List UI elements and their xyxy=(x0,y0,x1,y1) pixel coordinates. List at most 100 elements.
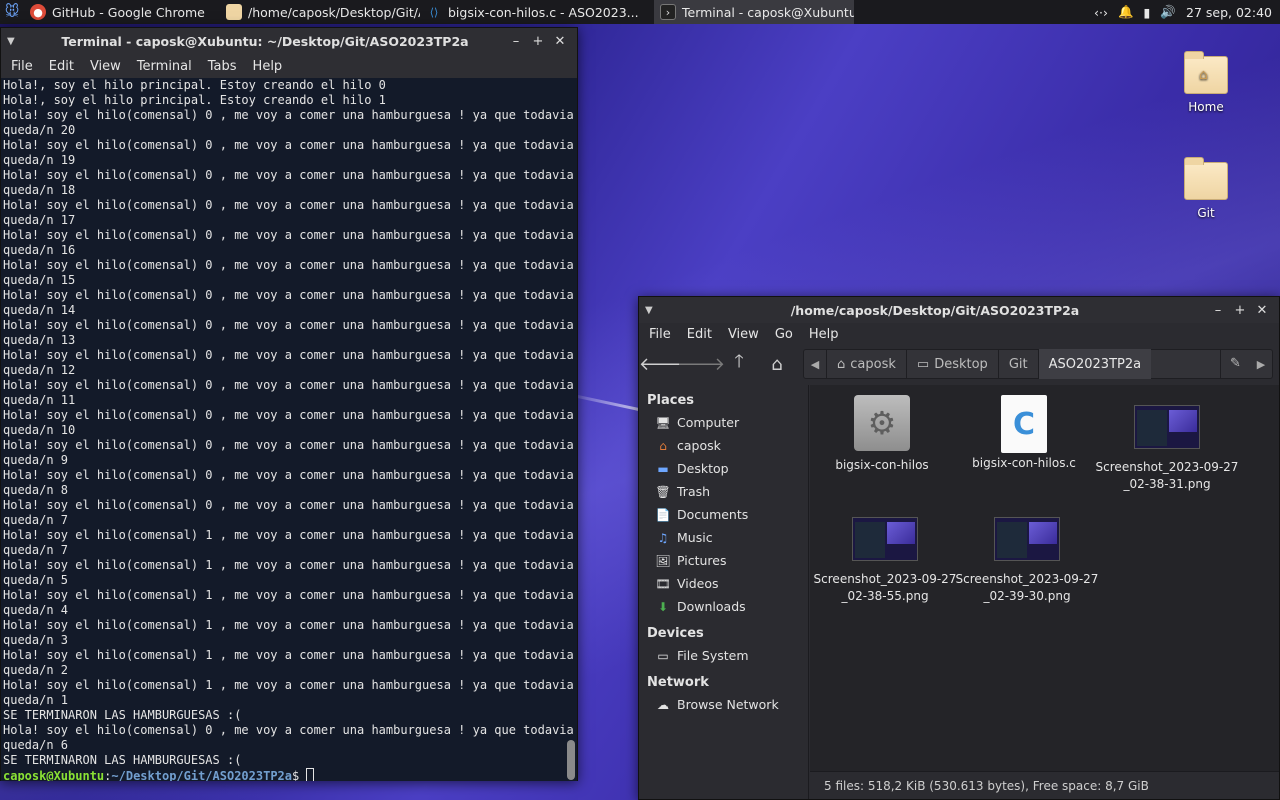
sidebar-item-label: Music xyxy=(677,530,713,545)
terminal-line: Hola! soy el hilo(comensal) 0 , me voy a… xyxy=(3,228,574,242)
menu-terminal[interactable]: Terminal xyxy=(129,59,200,74)
window-menu-icon[interactable]: ▼ xyxy=(7,36,25,47)
forward-arrow-icon[interactable]: 🡒 xyxy=(677,349,725,379)
notifications-icon[interactable]: 🔔 xyxy=(1118,4,1134,20)
scroll-right-icon[interactable]: ▶ xyxy=(1250,358,1272,371)
minimize-icon[interactable]: – xyxy=(505,34,527,49)
desktop-icon: ▬ xyxy=(657,461,669,476)
scroll-left-icon[interactable]: ◀ xyxy=(804,358,826,371)
terminal-line: queda/n 3 xyxy=(3,633,69,647)
window-title: Terminal - caposk@Xubuntu: ~/Desktop/Git… xyxy=(61,33,469,49)
taskbar-item-file-manager[interactable]: /home/caposk/Desktop/Git/A... xyxy=(220,0,420,24)
network-icon[interactable]: ‹·› xyxy=(1094,5,1108,20)
file-view[interactable]: ⚙ bigsix-con-hilos C bigsix-con-hilos.c … xyxy=(810,385,1279,771)
window-menu-icon[interactable]: ▼ xyxy=(645,305,663,316)
sidebar-item-pictures[interactable]: 🖼 Pictures xyxy=(639,549,808,572)
back-arrow-icon[interactable]: 🡐 xyxy=(639,349,687,379)
terminal-line: queda/n 10 xyxy=(3,423,76,437)
music-icon: ♫ xyxy=(657,530,669,545)
desktop-icon-home[interactable]: ⌂ Home xyxy=(1166,51,1246,114)
battery-icon[interactable]: ▮ xyxy=(1144,5,1151,20)
file-name: bigsix-con-hilos xyxy=(835,458,929,472)
home-icon[interactable]: ⌂ xyxy=(759,349,795,379)
sidebar-item-downloads[interactable]: ⬇ Downloads xyxy=(639,595,808,618)
breadcrumb-git[interactable]: Git xyxy=(997,349,1038,379)
terminal-line: Hola! soy el hilo(comensal) 0 , me voy a… xyxy=(3,288,574,302)
terminal-line: queda/n 19 xyxy=(3,153,76,167)
taskbar-item-vscode[interactable]: ⟨⟩ bigsix-con-hilos.c - ASO2023... xyxy=(420,0,654,24)
terminal-line: SE TERMINARON LAS HAMBURGUESAS :( xyxy=(3,753,242,767)
terminal-line: Hola!, soy el hilo principal. Estoy crea… xyxy=(3,93,386,107)
terminal-line: Hola! soy el hilo(comensal) 1 , me voy a… xyxy=(3,558,574,572)
terminal-titlebar[interactable]: ▼ Terminal - caposk@Xubuntu: ~/Desktop/G… xyxy=(1,28,577,54)
sidebar-item-videos[interactable]: 🎞 Videos xyxy=(639,572,808,595)
file-item[interactable]: ⚙ bigsix-con-hilos xyxy=(812,395,952,474)
terminal-prompt[interactable]: caposk@Xubuntu:~/Desktop/Git/ASO2023TP2a… xyxy=(3,768,577,781)
terminal-line: queda/n 1 xyxy=(3,693,69,707)
desktop-icon-git[interactable]: Git xyxy=(1166,157,1246,220)
breadcrumb-caposk[interactable]: ⌂ caposk xyxy=(826,349,906,379)
menu-go[interactable]: Go xyxy=(767,327,801,342)
scrollbar-thumb[interactable] xyxy=(567,740,575,780)
file-item[interactable]: Screenshot_2023-09-27_02-38-31.png xyxy=(1094,405,1240,493)
sidebar-heading-network: Network xyxy=(647,675,709,690)
menu-view[interactable]: View xyxy=(82,59,129,74)
menu-help[interactable]: Help xyxy=(801,327,847,342)
menu-help[interactable]: Help xyxy=(245,59,291,74)
status-bar: 5 files: 518,2 KiB (530.613 bytes), Free… xyxy=(810,771,1279,799)
edit-location-icon[interactable]: ✎ xyxy=(1220,349,1250,379)
terminal-output[interactable]: Hola!, soy el hilo principal. Estoy crea… xyxy=(1,78,577,781)
menu-tabs[interactable]: Tabs xyxy=(200,59,245,74)
terminal-line: queda/n 2 xyxy=(3,663,69,677)
file-manager-titlebar[interactable]: ▼ /home/caposk/Desktop/Git/ASO2023TP2a –… xyxy=(639,297,1279,323)
menu-edit[interactable]: Edit xyxy=(679,327,720,342)
maximize-icon[interactable]: + xyxy=(527,34,549,49)
close-icon[interactable]: ✕ xyxy=(549,34,571,49)
volume-icon[interactable]: 🔊 xyxy=(1160,4,1176,20)
file-item[interactable]: Screenshot_2023-09-27_02-38-55.png xyxy=(812,517,958,605)
sidebar-item-file-system[interactable]: ▭ File System xyxy=(639,644,808,667)
sidebar-item-caposk[interactable]: ⌂ caposk xyxy=(639,434,808,457)
sidebar-item-desktop[interactable]: ▬ Desktop xyxy=(639,457,808,480)
prompt-user: caposk@Xubuntu xyxy=(3,769,105,781)
menu-edit[interactable]: Edit xyxy=(41,59,82,74)
terminal-line: Hola! soy el hilo(comensal) 0 , me voy a… xyxy=(3,378,574,392)
breadcrumb-label: Git xyxy=(1008,356,1028,372)
prompt-path: ~/Desktop/Git/ASO2023TP2a xyxy=(111,769,293,781)
breadcrumb-aso2023tp2a[interactable]: ASO2023TP2a xyxy=(1037,349,1152,379)
sidebar-item-music[interactable]: ♫ Music xyxy=(639,526,808,549)
file-manager-menubar: File Edit View Go Help xyxy=(639,323,1279,345)
sidebar-item-trash[interactable]: 🗑 Trash xyxy=(639,480,808,503)
menu-view[interactable]: View xyxy=(720,327,767,342)
terminal-line: queda/n 12 xyxy=(3,363,76,377)
sidebar-item-computer[interactable]: 🖥 Computer xyxy=(639,411,808,434)
terminal-line: Hola! soy el hilo(comensal) 1 , me voy a… xyxy=(3,648,574,662)
file-item[interactable]: C bigsix-con-hilos.c xyxy=(954,395,1094,472)
terminal-line: queda/n 14 xyxy=(3,303,76,317)
file-item[interactable]: Screenshot_2023-09-27_02-39-30.png xyxy=(954,517,1100,605)
terminal-line: Hola! soy el hilo(comensal) 1 , me voy a… xyxy=(3,528,574,542)
clock[interactable]: 27 sep, 02:40 xyxy=(1186,5,1272,20)
maximize-icon[interactable]: + xyxy=(1229,303,1251,318)
sidebar-item-browse-network[interactable]: ☁ Browse Network xyxy=(639,693,808,716)
taskbar-item-terminal[interactable]: › Terminal - caposk@Xubuntu: ... xyxy=(654,0,854,24)
taskbar-item-label: GitHub - Google Chrome xyxy=(52,4,205,20)
sidebar-item-label: Documents xyxy=(677,507,749,522)
text-cursor xyxy=(306,768,315,781)
terminal-line: Hola! soy el hilo(comensal) 0 , me voy a… xyxy=(3,258,574,272)
whisker-menu-icon[interactable]: 🐭 xyxy=(0,0,24,24)
sidebar-item-label: Videos xyxy=(677,576,719,591)
minimize-icon[interactable]: – xyxy=(1207,303,1229,318)
system-tray: ‹·› 🔔 ▮ 🔊 27 sep, 02:40 xyxy=(1094,4,1280,20)
trash-icon: 🗑 xyxy=(655,484,671,499)
up-arrow-icon[interactable]: 🡑 xyxy=(721,349,757,379)
image-thumbnail xyxy=(994,517,1060,561)
file-manager-window: ▼ /home/caposk/Desktop/Git/ASO2023TP2a –… xyxy=(638,296,1280,800)
menu-file[interactable]: File xyxy=(3,59,41,74)
sidebar-item-documents[interactable]: 📄 Documents xyxy=(639,503,808,526)
close-icon[interactable]: ✕ xyxy=(1251,303,1273,318)
taskbar-item-chrome[interactable]: ● GitHub - Google Chrome xyxy=(24,0,220,24)
menu-file[interactable]: File xyxy=(641,327,679,342)
breadcrumb-desktop[interactable]: ▭ Desktop xyxy=(905,349,998,379)
folder-icon: ▭ xyxy=(916,356,930,372)
